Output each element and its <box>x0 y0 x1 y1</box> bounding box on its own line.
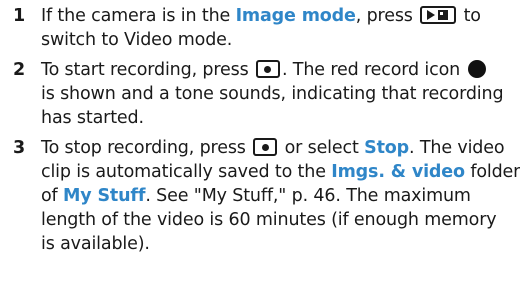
step-line: length of the video is 60 minutes (if en… <box>41 210 497 230</box>
step-line: is available). <box>41 234 150 254</box>
imgs-video-term: Imgs. & video <box>331 162 465 182</box>
step-line: If the camera is in the Image mode, pres… <box>41 6 481 26</box>
capture-key-icon <box>253 138 278 156</box>
capture-key-icon <box>255 60 280 78</box>
step-number: 1 <box>13 6 26 26</box>
step-text: If the camera is in the Image mode, pres… <box>41 4 516 52</box>
record-icon <box>468 60 487 78</box>
image-mode-term: Image mode <box>235 6 356 26</box>
step-line: To stop recording, press or select Stop.… <box>41 138 505 158</box>
step-number: 2 <box>13 60 26 80</box>
step-line: of My Stuff. See "My Stuff," p. 46. The … <box>41 186 471 206</box>
image-video-mode-key-icon <box>420 6 457 24</box>
step-line: has started. <box>41 108 144 128</box>
step-text: To stop recording, press or select Stop.… <box>41 136 520 256</box>
stop-term: Stop <box>364 138 410 158</box>
step-line: To start recording, press . The red reco… <box>41 58 516 82</box>
my-stuff-term: My Stuff <box>62 186 146 206</box>
step-text: To start recording, press . The red reco… <box>41 58 516 130</box>
step-line: switch to Video mode. <box>41 30 233 50</box>
step-line: clip is automatically saved to the Imgs.… <box>41 162 520 182</box>
manual-page: 1 If the camera is in the Image mode, pr… <box>0 0 520 283</box>
step-line: is shown and a tone sounds, indicating t… <box>41 84 504 104</box>
step-number: 3 <box>13 138 26 158</box>
